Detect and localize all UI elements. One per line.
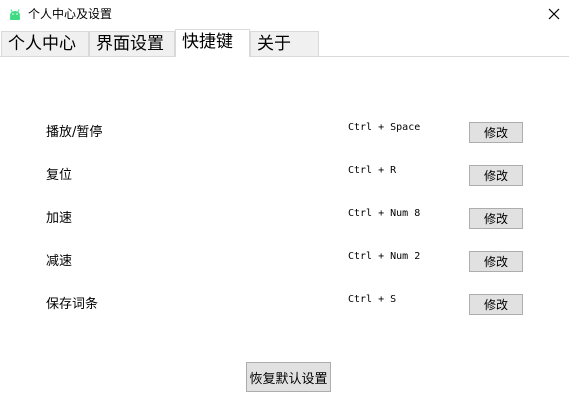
close-button[interactable] (539, 0, 569, 28)
shortcut-action-label: 保存词条 (46, 297, 99, 312)
edit-shortcut-button[interactable]: 修改 (469, 122, 523, 143)
restore-defaults-button[interactable]: 恢复默认设置 (246, 362, 331, 392)
shortcut-action-label: 减速 (46, 254, 73, 269)
edit-shortcut-button[interactable]: 修改 (469, 165, 523, 186)
edit-shortcut-button[interactable]: 修改 (469, 294, 523, 315)
android-icon (8, 7, 22, 21)
tab-about[interactable]: 关于 (250, 31, 319, 56)
shortcuts-panel: 播放/暂停 Ctrl + Space 修改 复位 Ctrl + R 修改 加速 … (0, 57, 569, 405)
window-title: 个人中心及设置 (28, 7, 113, 21)
tab-personal-center[interactable]: 个人中心 (1, 31, 89, 56)
shortcut-keys: Ctrl + Num 2 (348, 251, 421, 262)
shortcut-keys: Ctrl + Space (348, 122, 421, 133)
close-icon (548, 5, 560, 24)
shortcut-action-label: 加速 (46, 211, 73, 226)
shortcut-keys: Ctrl + S (348, 294, 397, 305)
shortcut-keys: Ctrl + R (348, 165, 397, 176)
shortcut-keys: Ctrl + Num 8 (348, 208, 421, 219)
settings-window: 个人中心及设置 个人中心 界面设置 快捷键 关于 播放/暂停 Ctrl + Sp… (0, 0, 569, 405)
edit-shortcut-button[interactable]: 修改 (469, 251, 523, 272)
shortcut-action-label: 复位 (46, 168, 73, 183)
shortcut-action-label: 播放/暂停 (46, 125, 103, 140)
tab-shortcuts[interactable]: 快捷键 (175, 29, 250, 57)
tab-interface-settings[interactable]: 界面设置 (89, 31, 175, 56)
edit-shortcut-button[interactable]: 修改 (469, 208, 523, 229)
title-bar[interactable]: 个人中心及设置 (0, 0, 569, 30)
